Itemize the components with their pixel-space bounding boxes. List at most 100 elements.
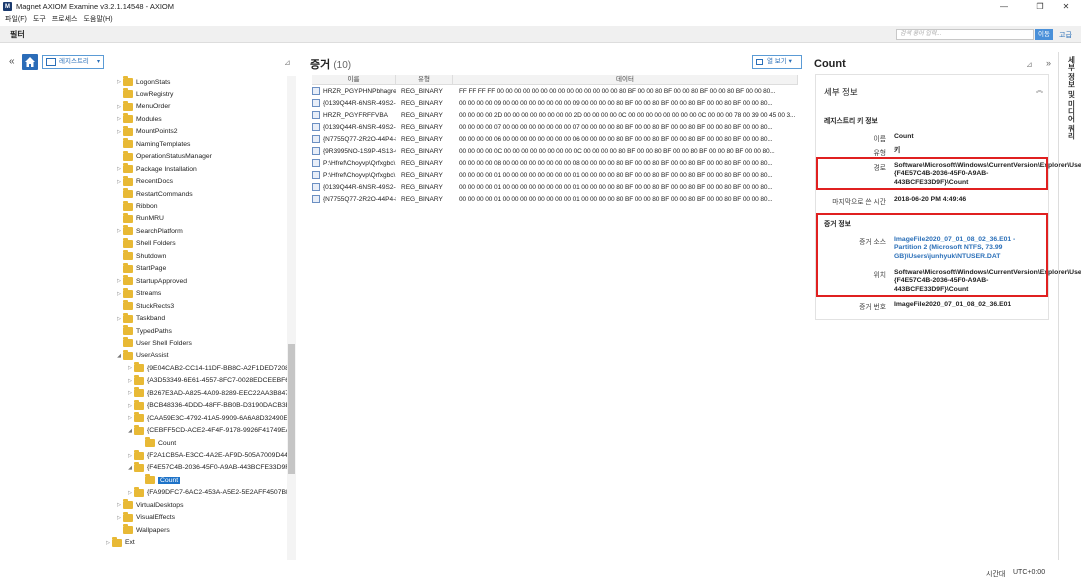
expand-arrow-icon[interactable]: ▷ [115,79,123,85]
tree-item[interactable]: RunMRU [115,212,164,225]
expand-arrow-icon[interactable]: ▷ [115,515,123,521]
collapse-right-icon[interactable]: » [1046,58,1051,68]
tree-item[interactable]: ▷ {F2A1CB5A-E3CC-4A2E-AF9D-505A7009D442} [126,449,287,462]
expand-arrow-icon[interactable]: ▷ [126,365,134,371]
tree-item-label: StartPage [136,265,167,273]
table-row[interactable]: P:\Hfref\Choyvp\Qrfxgbc\ REG_BINARY 00 00 … [312,157,798,169]
tree-item[interactable]: ◢ {F4E57C4B-2036-45F0-A9AB-443BCFE33D9F} [126,461,287,474]
pin-icon[interactable]: ⊿ [284,58,291,67]
tree-item[interactable]: ▷ VirtualDesktops [115,499,183,511]
tree-item[interactable]: Shutdown [115,250,166,262]
table-row[interactable]: {0139Q44R-6NSR-49S2-8690-3 REG_BINARY 00 0… [312,97,798,109]
tree-scrollbar[interactable] [287,76,296,560]
column-header-data[interactable]: 데이터 [453,75,798,84]
table-row[interactable]: {9R3995NO-1S9P-4S13-O827- REG_BINARY 00 00… [312,145,798,157]
tree-item-label: MenuOrder [136,103,171,111]
menu-process[interactable]: 프로세스 [52,14,78,24]
tree-scrollbar-thumb[interactable] [288,344,295,474]
expand-arrow-icon[interactable]: ▷ [115,316,123,322]
close-button[interactable]: ✕ [1051,0,1081,13]
tree-item[interactable]: LowRegistry [115,88,173,100]
tree-item[interactable]: ◢ {CEBFF5CD-ACE2-4F4F-9178-9926F41749EA} [126,424,287,437]
tree-item[interactable]: Count [137,437,176,449]
expand-arrow-icon[interactable]: ▷ [104,540,112,546]
tree-item[interactable]: ▷ RecentDocs [115,175,173,188]
expand-arrow-icon[interactable]: ▷ [115,502,123,508]
details-media-side-tab[interactable]: 세부 정보 및 미디어 쿼리 [1061,56,1077,226]
pin-icon[interactable]: ⊿ [1026,60,1033,69]
expand-arrow-icon[interactable]: ◢ [126,465,134,471]
tree-item[interactable]: ▷ Streams [115,287,161,300]
column-header-name[interactable]: 이름 [312,75,396,84]
expand-arrow-icon[interactable]: ◢ [126,428,134,434]
timezone-value[interactable]: UTC+0:00 [1013,569,1045,576]
tree-item[interactable]: ▷ {FA99DFC7-6AC2-453A-A5E2-5E2AFF4507BD} [126,486,287,499]
expand-arrow-icon[interactable]: ▷ [115,228,123,234]
table-row[interactable]: {N7755Q77-2R2O-44P4-8NN9 REG_BINARY 00 00 … [312,193,798,205]
tree-item[interactable]: ▷ MountPoints2 [115,125,178,138]
tree-item[interactable]: Shell Folders [115,237,176,250]
collapse-left-icon[interactable]: « [9,56,15,67]
table-row[interactable]: HRZR_PGYFRFFVBA REG_BINARY 00 00 00 00 2D … [312,109,798,121]
tree-item[interactable]: StartPage [115,262,167,275]
expand-arrow-icon[interactable]: ▷ [115,291,123,297]
expand-arrow-icon[interactable]: ▷ [115,166,123,172]
expand-arrow-icon[interactable]: ▷ [115,179,123,185]
tree-item[interactable]: ▷ Taskband [115,312,165,325]
tree-item[interactable]: Count [137,474,181,486]
expand-arrow-icon[interactable]: ◢ [115,353,123,359]
search-go-button[interactable]: 이동 [1035,29,1053,40]
filter-label[interactable]: 필터 [10,29,25,40]
tree-item[interactable]: ▷ Ext [104,536,135,549]
column-header-type[interactable]: 유형 [396,75,453,84]
tree-item[interactable]: OperationStatusManager [115,150,212,163]
collapse-card-icon[interactable]: ︽ [1036,85,1043,95]
table-row[interactable]: {N7755Q77-2R2O-44P4-8NN9 REG_BINARY 00 00 … [312,133,798,145]
table-row[interactable]: HRZR_PGYPHNPbhagre REG_BINARY FF FF FF FF … [312,85,798,97]
tree-item[interactable]: ▷ {BCB48336-4DDD-48FF-BB0B-D3190DACB3E2} [126,399,287,412]
expand-arrow-icon[interactable]: ▷ [126,378,134,384]
tree-item[interactable]: ▷ MenuOrder [115,100,171,113]
tree-item[interactable]: ▷ {A3D53349-6E61-4557-8FC7-0028EDCEEBF6} [126,374,287,387]
expand-arrow-icon[interactable]: ▷ [115,116,123,122]
expand-arrow-icon[interactable]: ▷ [115,104,123,110]
tree-item[interactable]: StuckRects3 [115,300,174,312]
table-row[interactable]: {0139Q44R-6NSR-49S2-8690-3 REG_BINARY 00 0… [312,121,798,133]
folder-icon [123,212,133,223]
tree-item[interactable]: User Shell Folders [115,337,192,349]
expand-arrow-icon[interactable]: ▷ [126,490,134,496]
tree-item[interactable]: ▷ StartupApproved [115,275,187,287]
tree-item[interactable]: TypedPaths [115,325,172,337]
tree-item[interactable]: ▷ SearchPlatform [115,225,183,237]
cell-name: HRZR_PGYFRFFVBA [312,111,396,119]
tree-item[interactable]: RestartCommands [115,188,193,200]
menu-tools[interactable]: 도구 [33,14,46,24]
minimize-button[interactable]: — [989,0,1019,13]
tree-item[interactable]: ▷ LogonStats [115,76,170,88]
expand-arrow-icon[interactable]: ▷ [126,403,134,409]
view-type-dropdown[interactable]: 레지스트리 ▾ [42,55,104,69]
tree-item[interactable]: ▷ {B267E3AD-A825-4A09-8289-EEC22AA3B847} [126,387,287,399]
expand-arrow-icon[interactable]: ▷ [115,278,123,284]
table-row[interactable]: P:\Hfref\Choyvp\Qrfxgbc\ REG_BINARY 00 00 … [312,169,798,181]
tree-item[interactable]: ▷ {CAA59E3C-4792-41A5-9909-6A6A8D32490E} [126,412,287,424]
tree-item[interactable]: Ribbon [115,200,158,213]
tree-item[interactable]: Wallpapers [115,524,170,536]
tree-item[interactable]: ◢ UserAssist [115,349,168,362]
tree-item[interactable]: ▷ Package Installation [115,163,197,175]
expand-arrow-icon[interactable]: ▷ [115,129,123,135]
expand-arrow-icon[interactable]: ▷ [126,390,134,396]
expand-arrow-icon[interactable]: ▷ [126,453,134,459]
tree-item[interactable]: ▷ VisualEffects [115,511,175,524]
menu-help[interactable]: 도움말(H) [83,14,112,24]
search-input[interactable]: 검색 용어 입력... [896,29,1034,40]
home-button[interactable] [22,54,38,70]
menu-file[interactable]: 파일(F) [5,14,27,24]
advanced-search-link[interactable]: 고급 [1059,30,1072,40]
tree-item[interactable]: ▷ Modules [115,113,162,125]
column-view-button[interactable]: 열 보기 ▾ [752,55,802,69]
tree-item[interactable]: ▷ {9E04CAB2-CC14-11DF-BB8C-A2F1DED72085} [126,362,287,374]
expand-arrow-icon[interactable]: ▷ [126,415,134,421]
table-row[interactable]: {0139Q44R-6NSR-49S2-8690-3 REG_BINARY 00 0… [312,181,798,193]
tree-item[interactable]: NamingTemplates [115,138,190,150]
